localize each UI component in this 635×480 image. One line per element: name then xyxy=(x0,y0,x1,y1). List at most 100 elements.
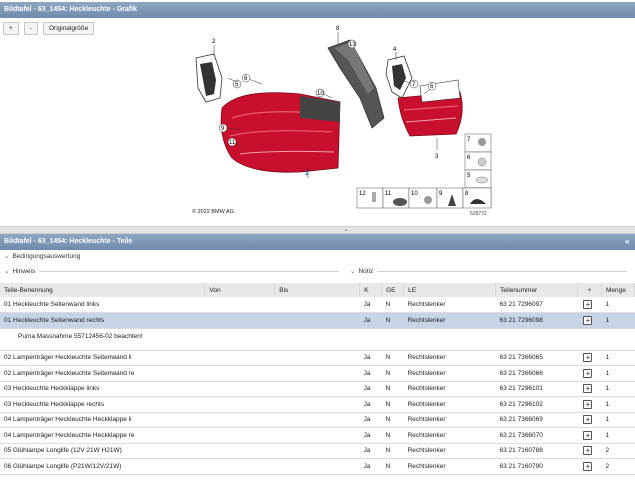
table-row[interactable]: 04 Lampenträger Heckleuchte Heckklappe r… xyxy=(0,427,635,444)
note-text: Puma Massnahme 55712456-02 beachten! xyxy=(0,328,635,351)
ge-cell: N xyxy=(381,365,404,382)
ge-cell: N xyxy=(381,396,404,413)
callout-3[interactable]: 3 xyxy=(435,154,439,160)
part-number-cell: 63 21 7296102 xyxy=(495,396,578,413)
k-cell: Ja xyxy=(359,396,382,413)
callout-4[interactable]: 4 xyxy=(393,47,397,53)
ge-cell: N xyxy=(381,350,404,366)
quantity-cell: 1 xyxy=(601,427,635,444)
to-cell xyxy=(274,412,360,428)
part-number-cell: 63 21 7296098 xyxy=(495,312,578,329)
callout-8[interactable]: 8 xyxy=(336,26,340,32)
note-toggle[interactable]: ⌄ Notiz xyxy=(350,267,628,275)
table-row[interactable]: 06 Glühlampe Longlife (P21W/12V/21W) Ja N R… xyxy=(0,458,635,475)
from-cell xyxy=(204,365,275,382)
col-header-from[interactable]: Von xyxy=(204,283,276,297)
table-row[interactable]: 02 Lampenträger Heckleuchte Seitenwand r… xyxy=(0,365,635,382)
part-name-cell: 04 Lampenträger Heckleuchte Heckklappe l… xyxy=(0,412,205,428)
col-header-partnumber[interactable]: Teilenummer xyxy=(495,283,578,297)
add-to-cart-icon[interactable]: + xyxy=(583,384,593,394)
parts-diagram[interactable]: 2 8 4 3 1 6 5 13 10 7 6 9 11 7 6 5 12 11 xyxy=(0,18,635,226)
add-to-cart-icon[interactable]: + xyxy=(583,353,593,363)
chevron-down-icon: ⌄ xyxy=(4,253,10,260)
svg-text:11: 11 xyxy=(229,140,236,146)
from-cell xyxy=(204,312,275,329)
hint-label: Hinweis xyxy=(12,268,36,275)
collapse-icon[interactable]: « xyxy=(625,237,633,247)
table-header-row: Teile-Benennung Von Bis K GE LE Teilenum… xyxy=(0,283,635,297)
col-header-k[interactable]: K xyxy=(359,283,383,297)
part-number-cell: 63 21 7366069 xyxy=(495,412,578,428)
ge-cell: N xyxy=(381,427,404,444)
parts-panel-title-text: Bildtafel - 63_1454: Heckleuchte - Teile xyxy=(4,238,133,245)
quantity-cell: 1 xyxy=(601,381,635,397)
to-cell xyxy=(274,396,360,413)
from-cell xyxy=(204,412,275,428)
ge-cell: N xyxy=(381,381,404,397)
col-header-le[interactable]: LE xyxy=(403,283,497,297)
add-to-cart-icon[interactable]: + xyxy=(583,461,593,471)
to-cell xyxy=(274,350,360,366)
table-row[interactable]: 04 Lampenträger Heckleuchte Heckklappe l… xyxy=(0,412,635,428)
add-to-cart-icon[interactable]: + xyxy=(583,300,593,309)
from-cell xyxy=(204,458,275,475)
hint-toggle[interactable]: ⌄ Hinweis xyxy=(4,267,340,275)
chevron-down-icon[interactable]: ⌄ xyxy=(340,227,352,233)
table-row[interactable]: 03 Heckleuchte Heckklappe rechts Ja N Recht… xyxy=(0,396,635,413)
col-header-name[interactable]: Teile-Benennung xyxy=(0,283,206,297)
le-cell: Rechtslenker xyxy=(403,412,496,428)
add-to-cart-icon[interactable]: + xyxy=(583,430,593,440)
add-to-cart: + xyxy=(577,443,602,459)
add-to-cart: + xyxy=(577,365,602,382)
from-cell xyxy=(204,350,275,366)
svg-text:13: 13 xyxy=(349,42,356,48)
le-cell: Rechtslenker xyxy=(403,297,496,313)
table-note-row[interactable]: Puma Massnahme 55712456-02 beachten! xyxy=(0,328,635,351)
le-cell: Rechtslenker xyxy=(403,396,496,413)
to-cell xyxy=(274,297,360,313)
part-name-cell: 05 Glühlampe Longlife (12V 21W H21W) xyxy=(0,443,205,459)
add-to-cart-icon[interactable]: + xyxy=(583,399,593,409)
col-header-ge[interactable]: GE xyxy=(381,283,405,297)
add-to-cart-icon[interactable]: + xyxy=(583,315,593,325)
add-to-cart-icon[interactable]: + xyxy=(583,368,593,378)
part-number-cell: 63 21 7366065 xyxy=(495,350,578,366)
col-header-to[interactable]: Bis xyxy=(274,283,361,297)
lamp-carrier-part-4 xyxy=(385,55,413,99)
part-name-cell: 03 Heckleuchte Heckklappe links xyxy=(0,381,205,397)
callout-2[interactable]: 2 xyxy=(212,39,216,45)
ge-cell: N xyxy=(381,412,404,428)
add-to-cart: + xyxy=(577,458,602,475)
add-to-cart-icon[interactable]: + xyxy=(583,415,593,425)
to-cell xyxy=(274,365,360,382)
table-row[interactable]: 02 Lampenträger Heckleuchte Seitenwand l… xyxy=(0,350,635,366)
table-row[interactable]: 05 Glühlampe Longlife (12V 21W H21W) Ja N R… xyxy=(0,443,635,459)
k-cell: Ja xyxy=(359,458,382,475)
callout-1[interactable]: 1 xyxy=(305,171,309,177)
tail-light-side-part-1 xyxy=(220,92,341,173)
parts-table: Teile-Benennung Von Bis K GE LE Teilenum… xyxy=(0,283,635,475)
add-to-cart-icon[interactable]: + xyxy=(583,446,593,456)
from-cell xyxy=(204,381,275,397)
from-cell xyxy=(204,443,275,459)
add-to-cart: + xyxy=(577,312,602,329)
table-row[interactable]: 01 Heckleuchte Seitenwand links Ja N Rechts… xyxy=(0,297,635,313)
col-header-qty[interactable]: Menge xyxy=(601,283,635,297)
part-name-cell: 04 Lampenträger Heckleuchte Heckklappe r… xyxy=(0,427,205,444)
part-number-cell: 63 21 7366070 xyxy=(495,427,578,444)
table-row[interactable]: 01 Heckleuchte Seitenwand rechts Ja N Recht… xyxy=(0,312,635,329)
add-to-cart: + xyxy=(577,412,602,428)
k-cell: Ja xyxy=(359,297,382,313)
table-row[interactable]: 03 Heckleuchte Heckklappe links Ja N Rechts… xyxy=(0,381,635,397)
to-cell xyxy=(274,443,360,459)
svg-text:11: 11 xyxy=(385,191,392,197)
col-header-add[interactable]: + xyxy=(577,283,602,297)
copyright-text: © 2022 BMW AG xyxy=(192,209,234,215)
chevron-down-icon: ⌄ xyxy=(4,268,10,275)
note-label: Notiz xyxy=(358,268,374,275)
part-number-cell: 63 21 7160788 xyxy=(495,443,578,459)
panel-splitter[interactable]: ⌄ xyxy=(0,226,635,234)
ge-cell: N xyxy=(381,443,404,459)
condition-evaluation-toggle[interactable]: ⌄ Bedingungsauswertung xyxy=(4,252,80,260)
k-cell: Ja xyxy=(359,381,382,397)
